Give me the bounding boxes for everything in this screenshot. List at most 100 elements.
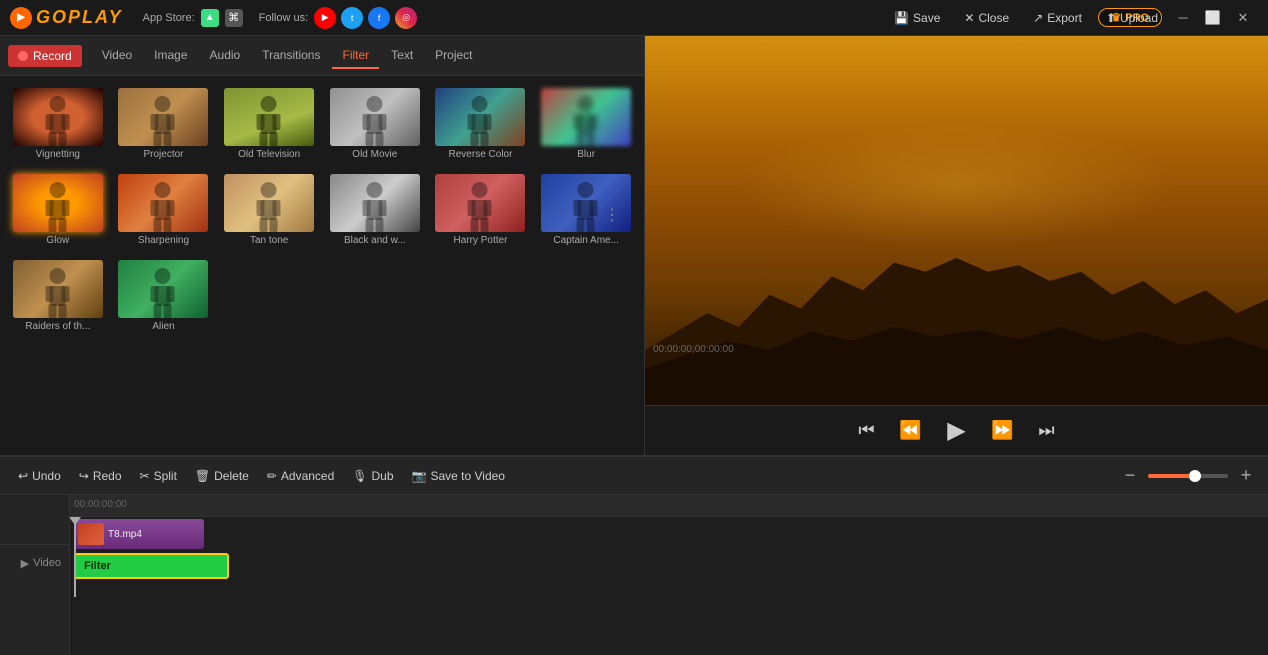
save-video-icon: 📷 [412, 469, 427, 483]
tab-filter[interactable]: Filter [332, 43, 379, 69]
filter-clip[interactable]: Filter [74, 553, 229, 579]
tab-transitions[interactable]: Transitions [252, 43, 330, 69]
title-bar: ▶ GOPLAY App Store: ▲ ⌘ Follow us: ▶ t f… [0, 0, 1268, 36]
clip-thumbnail [78, 523, 104, 545]
facebook-icon[interactable]: f [368, 7, 390, 29]
filter-item-sharpening[interactable]: Sharpening [114, 170, 214, 250]
timeline-content: ▶ Video 00:00:00:00 [0, 495, 1268, 655]
tab-image[interactable]: Image [144, 43, 197, 69]
undo-icon: ↩ [18, 469, 28, 483]
skip-to-start-button[interactable]: ⏮ [851, 415, 883, 447]
filter-label-old-television: Old Television [224, 149, 314, 160]
save-button[interactable]: 💾 Save [884, 7, 950, 29]
zoom-out-button[interactable]: − [1118, 464, 1142, 488]
twitter-icon[interactable]: t [341, 7, 363, 29]
record-button[interactable]: Record [8, 45, 82, 67]
tab-video[interactable]: Video [92, 43, 142, 69]
filter-label-blur: Blur [541, 149, 631, 160]
filter-thumb-old-television [224, 88, 314, 146]
split-button[interactable]: ✂ Split [132, 465, 185, 487]
video-clip[interactable]: T8.mp4 [74, 519, 204, 549]
filter-thumb-tan-tone [224, 174, 314, 232]
filter-item-raiders[interactable]: Raiders of th... [8, 256, 108, 336]
video-track-label: ▶ Video [0, 545, 69, 581]
redo-icon: ↪ [79, 469, 89, 483]
filter-grid: Vignetting Projector Old Television Old Mov… [0, 76, 644, 455]
tab-project[interactable]: Project [425, 43, 482, 69]
tab-audio[interactable]: Audio [200, 43, 251, 69]
zoom-in-button[interactable]: + [1234, 464, 1258, 488]
filter-item-reverse-color[interactable]: Reverse Color [431, 84, 531, 164]
filter-item-tan-tone[interactable]: Tan tone [219, 170, 319, 250]
playback-controls: ⏮ ⏪ ▶ ⏩ ⏭ [645, 405, 1268, 455]
filter-thumb-old-movie [330, 88, 420, 146]
minimize-button[interactable]: ─ [1168, 6, 1198, 30]
youtube-icon[interactable]: ▶ [314, 7, 336, 29]
filter-item-black-and-white[interactable]: Black and w... [325, 170, 425, 250]
play-button[interactable]: ▶ [939, 413, 975, 449]
appstore-label: App Store: [143, 12, 195, 24]
video-track-icon: ▶ [21, 557, 29, 570]
app: ▶ GOPLAY App Store: ▲ ⌘ Follow us: ▶ t f… [0, 0, 1268, 655]
split-icon: ✂ [140, 469, 150, 483]
filter-thumb-glow [13, 174, 103, 232]
filter-label-alien: Alien [118, 321, 208, 332]
dub-icon: 🎙 [352, 469, 367, 483]
upload-button[interactable]: ⬆ Upload [1096, 7, 1168, 29]
filter-item-vignetting[interactable]: Vignetting [8, 84, 108, 164]
save-to-video-button[interactable]: 📷 Save to Video [404, 465, 513, 487]
playhead [74, 517, 76, 597]
filter-label-vignetting: Vignetting [13, 149, 103, 160]
filter-item-old-television[interactable]: Old Television [219, 84, 319, 164]
dub-button[interactable]: 🎙 Dub [344, 465, 401, 487]
step-back-button[interactable]: ⏪ [895, 415, 927, 447]
undo-button[interactable]: ↩ Undo [10, 465, 69, 487]
advanced-button[interactable]: ✏ Advanced [259, 465, 342, 487]
filter-item-blur[interactable]: Blur [536, 84, 636, 164]
delete-icon: 🗑 [195, 469, 210, 483]
zoom-controls: − + [1118, 464, 1258, 488]
filter-clip-label: Filter [84, 560, 111, 572]
appstore-icons: ▲ ⌘ [201, 9, 243, 27]
filter-label-captain-ame: Captain Ame... [541, 235, 631, 246]
tab-text[interactable]: Text [381, 43, 423, 69]
filter-item-harry-potter[interactable]: Harry Potter [431, 170, 531, 250]
filter-item-projector[interactable]: Projector [114, 84, 214, 164]
filter-track-label [0, 581, 69, 617]
media-toolbar: Record Video Image Audio Transitions Fil… [0, 36, 644, 76]
filter-label-reverse-color: Reverse Color [435, 149, 525, 160]
export-button[interactable]: ↗ Export [1023, 7, 1092, 29]
redo-button[interactable]: ↪ Redo [71, 465, 130, 487]
filter-item-glow[interactable]: Glow [8, 170, 108, 250]
skip-to-end-button[interactable]: ⏭ [1031, 415, 1063, 447]
restore-button[interactable]: ⬜ [1198, 6, 1228, 30]
apple-icon[interactable]: ⌘ [225, 9, 243, 27]
content-area: Record Video Image Audio Transitions Fil… [0, 36, 1268, 655]
close-icon: ✕ [964, 11, 974, 25]
preview-time: 00:00:00;00:00:00 [653, 344, 734, 355]
filter-label-glow: Glow [13, 235, 103, 246]
delete-button[interactable]: 🗑 Delete [187, 465, 257, 487]
filter-thumb-raiders [13, 260, 103, 318]
filter-label-black-and-white: Black and w... [330, 235, 420, 246]
export-icon: ↗ [1033, 11, 1043, 25]
timeline-area: ↩ Undo ↪ Redo ✂ Split 🗑 Delete ✏ Adva [0, 455, 1268, 655]
filter-item-captain-ame[interactable]: Captain Ame... [536, 170, 636, 250]
step-forward-button[interactable]: ⏩ [987, 415, 1019, 447]
filter-item-old-movie[interactable]: Old Movie [325, 84, 425, 164]
right-panel: 00:00:00;00:00:00 ⏮ ⏪ ▶ ⏩ ⏭ [645, 36, 1268, 455]
time-marker-start: 00:00:00:00 [74, 499, 127, 510]
upload-icon: ⬆ [1106, 11, 1116, 25]
zoom-slider[interactable] [1148, 474, 1228, 478]
filter-item-alien[interactable]: Alien [114, 256, 214, 336]
instagram-icon[interactable]: ◎ [395, 7, 417, 29]
timeline-tracks: 00:00:00:00 T8.mp4 [70, 495, 1268, 655]
android-icon[interactable]: ▲ [201, 9, 219, 27]
action-buttons: 💾 Save ✕ Close ↗ Export ⬆ Upload [884, 7, 1168, 29]
close-button[interactable]: ✕ Close [954, 7, 1019, 29]
filter-panel-more[interactable]: ⋮ [604, 205, 620, 225]
close-window-button[interactable]: ✕ [1228, 6, 1258, 30]
filter-thumb-reverse-color [435, 88, 525, 146]
left-panel: Record Video Image Audio Transitions Fil… [0, 36, 645, 455]
time-ruler: 00:00:00:00 [70, 495, 1268, 517]
